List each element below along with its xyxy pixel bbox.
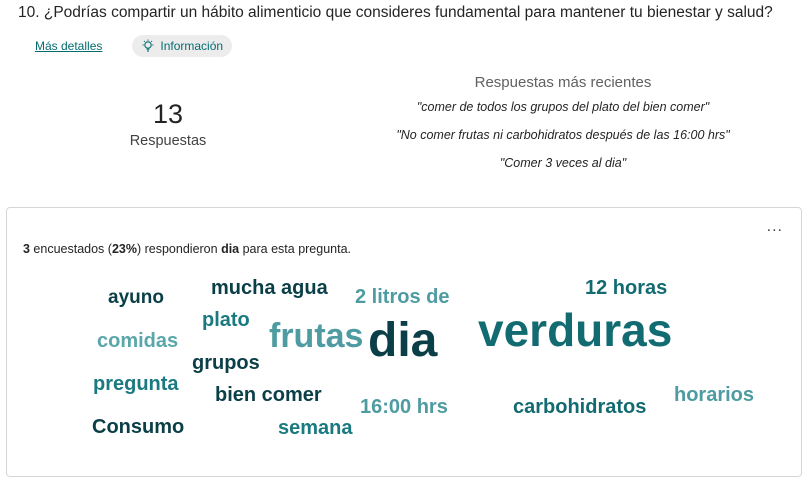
- more-details-link[interactable]: Más detalles: [35, 39, 102, 53]
- word-frutas[interactable]: frutas: [269, 319, 363, 353]
- response-count: 13 Respuestas: [100, 98, 236, 149]
- summary-text-2: ) respondieron: [136, 242, 222, 256]
- recent-response-3: "Comer 3 veces al dia": [499, 156, 627, 170]
- word-verduras[interactable]: verduras: [478, 307, 672, 353]
- recent-response-2: "No comer frutas ni carbohidratos despué…: [396, 128, 730, 142]
- summary-text-3: para esta pregunta.: [239, 242, 352, 256]
- word-carbohidratos[interactable]: carbohidratos: [513, 397, 646, 417]
- word-summary: 3 encuestados (23%) respondieron dia par…: [23, 242, 351, 256]
- question-text: ¿Podrías compartir un hábito alimenticio…: [43, 4, 773, 21]
- summary-count: 3: [23, 242, 30, 256]
- summary-percent: 23%: [111, 242, 137, 256]
- response-count-number: 13: [152, 99, 184, 129]
- word-2-litros-de[interactable]: 2 litros de: [355, 287, 449, 307]
- recent-responses-title: Respuestas más recientes: [474, 74, 652, 91]
- summary-text-1: encuestados (: [29, 242, 112, 256]
- word-mucha-agua[interactable]: mucha agua: [211, 278, 328, 298]
- question-title: 10. ¿Podrías compartir un hábito aliment…: [18, 4, 773, 22]
- word-12-horas[interactable]: 12 horas: [585, 278, 667, 298]
- word-semana[interactable]: semana: [278, 418, 353, 438]
- word-horarios[interactable]: horarios: [674, 385, 754, 405]
- word-plato[interactable]: plato: [202, 310, 250, 330]
- word-bien-comer[interactable]: bien comer: [215, 385, 322, 405]
- question-links: Más detalles Información: [35, 35, 233, 57]
- info-label: Información: [160, 39, 224, 53]
- word-cloud-card: ... 3 encuestados (23%) respondieron dia…: [6, 207, 802, 477]
- lightbulb-icon: [141, 39, 155, 53]
- word-consumo[interactable]: Consumo: [92, 417, 184, 437]
- word-16-00-hrs[interactable]: 16:00 hrs: [360, 397, 448, 417]
- word-ayuno[interactable]: ayuno: [108, 288, 164, 307]
- more-options-button[interactable]: ...: [767, 219, 783, 235]
- word-comidas[interactable]: comidas: [97, 331, 178, 351]
- response-count-label: Respuestas: [129, 133, 207, 149]
- word-pregunta[interactable]: pregunta: [93, 374, 179, 394]
- recent-response-1: "comer de todos los grupos del plato del…: [416, 100, 710, 114]
- word-dia[interactable]: dia: [368, 317, 437, 365]
- info-button[interactable]: Información: [132, 35, 233, 57]
- question-number: 10.: [18, 4, 40, 21]
- word-grupos[interactable]: grupos: [192, 353, 260, 373]
- summary-word: dia: [221, 242, 240, 256]
